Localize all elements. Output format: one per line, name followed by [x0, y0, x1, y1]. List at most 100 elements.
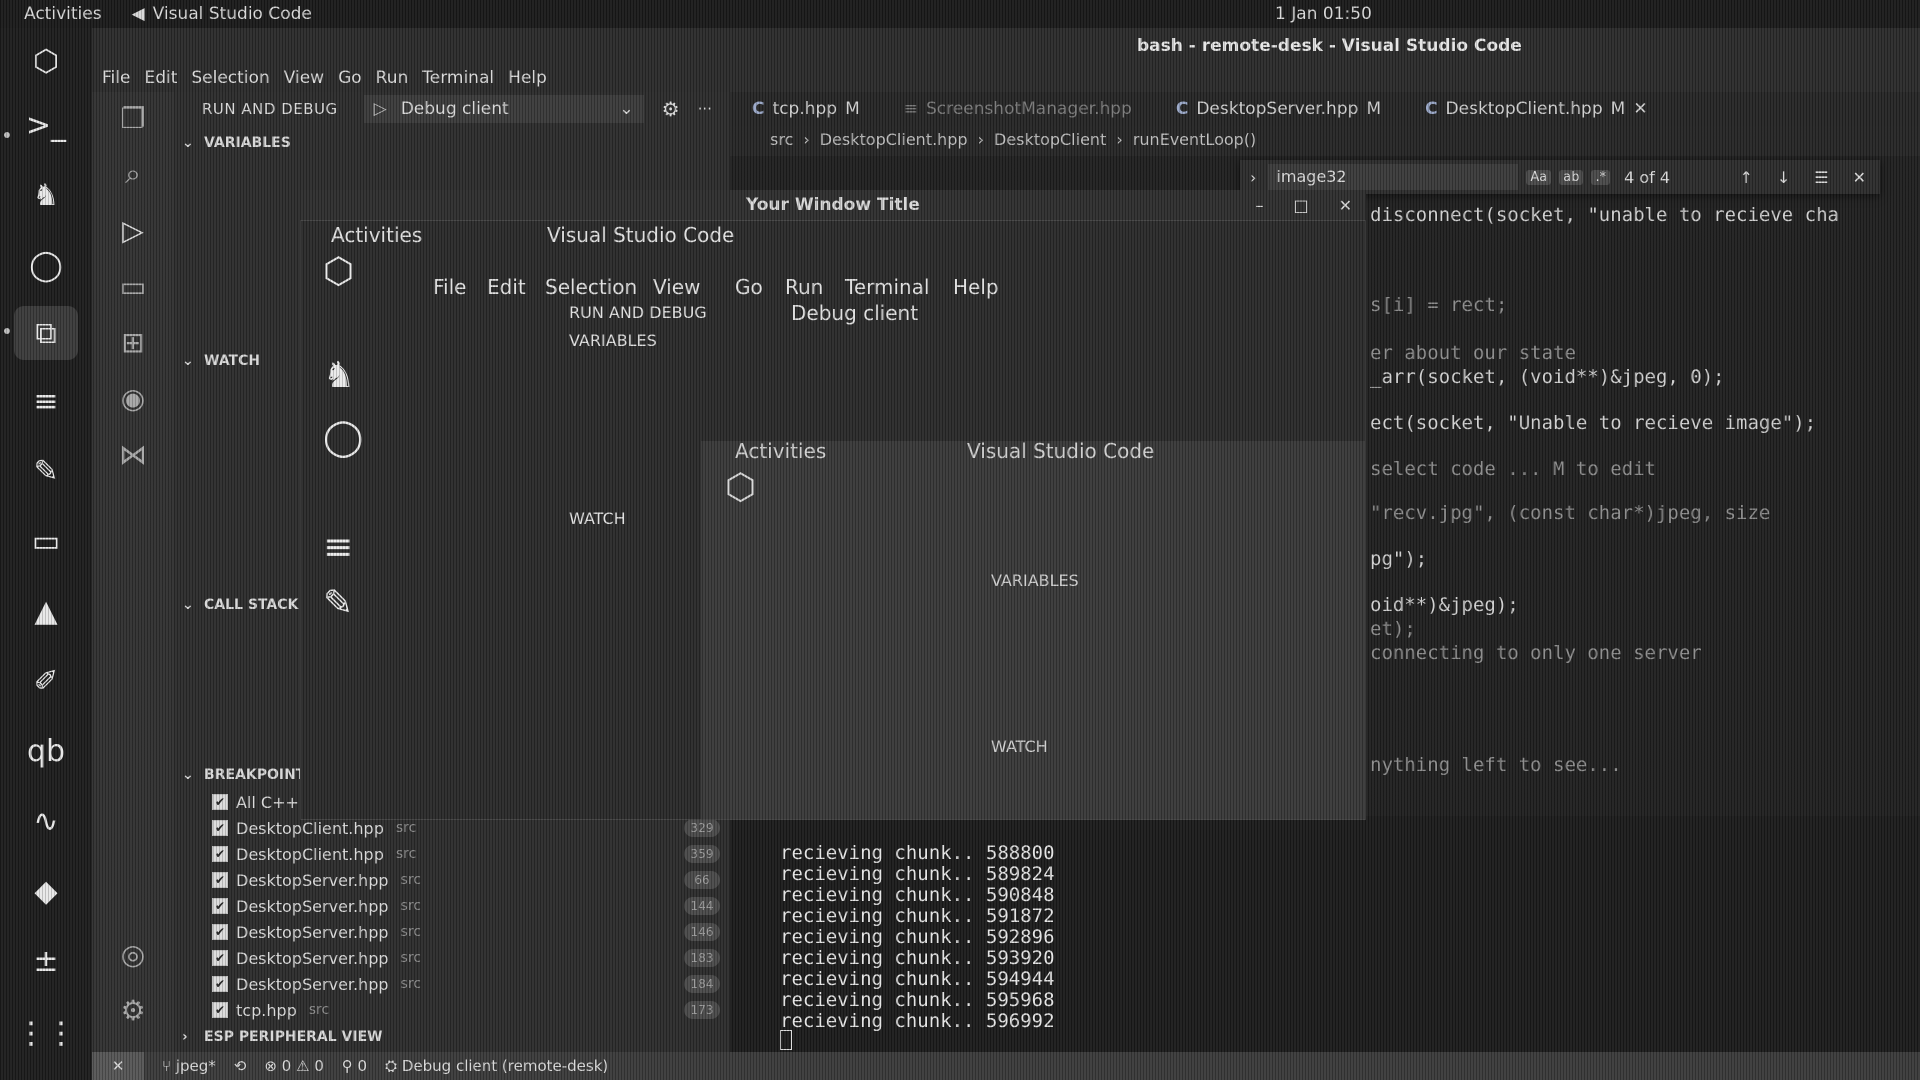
- code-line: oid**)&jpeg);: [1370, 594, 1519, 616]
- breakpoint-dir: src: [395, 846, 417, 862]
- breakpoint-row[interactable]: ✔ DesktopServer.hpp src 184: [174, 971, 730, 997]
- breadcrumb-item[interactable]: runEventLoop(): [1133, 130, 1257, 149]
- checkbox[interactable]: ✔: [212, 794, 228, 810]
- checkbox[interactable]: ✔: [212, 950, 228, 966]
- checkbox[interactable]: ✔: [212, 820, 228, 836]
- run-debug-icon[interactable]: ▷: [108, 208, 158, 252]
- search-icon[interactable]: ⌕: [108, 152, 158, 196]
- cube-app-icon[interactable]: ⬡: [14, 34, 78, 88]
- breakpoint-row[interactable]: ✔ tcp.hpp src 173: [174, 997, 730, 1023]
- problems-status[interactable]: ⊗ 0 ⚠ 0: [264, 1057, 323, 1075]
- show-apps-icon[interactable]: ⋮⋮: [14, 1006, 78, 1060]
- more-actions-icon[interactable]: ···: [698, 100, 712, 118]
- breakpoint-line-badge: 359: [684, 845, 720, 863]
- clock[interactable]: 1 Jan 01:50: [1275, 4, 1372, 24]
- start-debug-icon[interactable]: ▷: [374, 99, 387, 119]
- debug-status[interactable]: ⛭ Debug client (remote-desk): [385, 1057, 608, 1075]
- explorer-icon[interactable]: ❐: [108, 96, 158, 140]
- breakpoint-row[interactable]: ✔ DesktopServer.hpp src 183: [174, 945, 730, 971]
- checkbox[interactable]: ✔: [212, 872, 228, 888]
- pen-app-icon[interactable]: ✐: [14, 654, 78, 708]
- network-app-icon[interactable]: ≡: [14, 374, 78, 428]
- remote-explorer-icon[interactable]: ▭: [108, 264, 158, 308]
- settings-gear-icon[interactable]: ⚙: [108, 988, 158, 1032]
- menu-view[interactable]: View: [284, 68, 324, 88]
- gear-icon[interactable]: ⚙: [662, 97, 680, 121]
- extensions-icon[interactable]: ⊞: [108, 320, 158, 364]
- editor-tabs: Ctcp.hpp M ≡ ScreenshotManager.hpp C Deskto…: [730, 92, 1920, 126]
- breakpoint-dir: src: [400, 976, 421, 992]
- code-line: er about our state: [1370, 342, 1576, 364]
- account-icon[interactable]: ◎: [108, 932, 158, 976]
- checkbox[interactable]: ✔: [212, 846, 228, 862]
- find-in-selection-icon[interactable]: ☰: [1814, 168, 1828, 187]
- breakpoint-row[interactable]: ✔ DesktopClient.hpp src 359: [174, 841, 730, 867]
- menu-run[interactable]: Run: [376, 68, 409, 88]
- menu-edit[interactable]: Edit: [144, 68, 177, 88]
- breadcrumb-item[interactable]: DesktopClient.hpp: [820, 130, 968, 149]
- chevron-down-icon: ⌄: [182, 353, 194, 369]
- opera-browser-icon[interactable]: ◯: [14, 238, 78, 292]
- menu-terminal[interactable]: Terminal: [422, 68, 494, 88]
- regex-button[interactable]: .*: [1591, 169, 1611, 185]
- esp-idf-icon[interactable]: ◉: [108, 376, 158, 420]
- files-icon[interactable]: ▭: [14, 514, 78, 568]
- sync-icon[interactable]: ⟲: [234, 1057, 247, 1075]
- tab-screenshot-manager[interactable]: ≡ ScreenshotManager.hpp: [882, 92, 1154, 126]
- terminal-panel[interactable]: recieving chunk.. 588800 recieving chunk…: [730, 816, 1920, 1052]
- tab-desktop-server[interactable]: C DesktopServer.hpp M: [1154, 92, 1403, 126]
- cpp-file-icon: C: [1175, 99, 1189, 119]
- breakpoint-file: DesktopServer.hpp: [236, 870, 389, 890]
- arrow-up-icon[interactable]: ↑: [1739, 168, 1752, 187]
- cube-app-icon: ⬡: [725, 467, 757, 508]
- breakpoint-row[interactable]: ✔ DesktopServer.hpp src 144: [174, 893, 730, 919]
- cmake-icon[interactable]: ⋈: [108, 432, 158, 476]
- brave-browser-icon[interactable]: ♞: [14, 168, 78, 222]
- calculator-icon[interactable]: ±: [14, 934, 78, 988]
- remote-indicator-icon[interactable]: ✕: [92, 1052, 144, 1080]
- menu-go[interactable]: Go: [338, 68, 362, 88]
- remote-window-content[interactable]: Activities Visual Studio Code ⬡ File Edi…: [300, 220, 1366, 820]
- maximize-icon[interactable]: □: [1293, 196, 1308, 215]
- checkbox[interactable]: ✔: [212, 924, 228, 940]
- vlc-icon[interactable]: ▲: [14, 584, 78, 638]
- breakpoint-row[interactable]: ✔ DesktopServer.hpp src 66: [174, 867, 730, 893]
- checkbox[interactable]: ✔: [212, 976, 228, 992]
- app-menu[interactable]: ◀ Visual Studio Code: [132, 4, 312, 24]
- match-case-button[interactable]: Aa: [1526, 169, 1552, 185]
- minimize-icon[interactable]: –: [1255, 196, 1263, 215]
- terminal-line: recieving chunk.. 589824: [780, 863, 1055, 885]
- match-word-button[interactable]: ab: [1559, 169, 1584, 185]
- section-title: BREAKPOINTS: [204, 767, 316, 783]
- tab-tcp[interactable]: Ctcp.hpp M: [730, 92, 882, 126]
- activities-button[interactable]: Activities: [24, 4, 102, 24]
- remote-desktop-icon[interactable]: ◆: [14, 864, 78, 918]
- menu-file[interactable]: File: [102, 68, 130, 88]
- menu-help[interactable]: Help: [508, 68, 547, 88]
- find-input[interactable]: image32: [1268, 164, 1519, 190]
- checkbox[interactable]: ✔: [212, 898, 228, 914]
- checkbox[interactable]: ✔: [212, 1002, 228, 1018]
- close-icon[interactable]: ✕: [1853, 168, 1866, 187]
- system-monitor-icon[interactable]: ∿: [14, 794, 78, 848]
- debug-session-label: Debug client (remote-desk): [401, 1057, 609, 1075]
- terminal-icon[interactable]: >_: [14, 98, 78, 152]
- chevron-right-icon[interactable]: ›: [1250, 168, 1256, 187]
- menu-selection[interactable]: Selection: [191, 68, 269, 88]
- breakpoint-row[interactable]: ✔ DesktopServer.hpp src 146: [174, 919, 730, 945]
- branch-status[interactable]: ⑂ jpeg*: [162, 1057, 216, 1075]
- debug-config-select[interactable]: ▷ Debug client ⌄: [363, 95, 644, 123]
- brave-browser-icon: ♞: [323, 355, 356, 396]
- vscode-dock-icon[interactable]: ⧉: [14, 306, 78, 360]
- esp-peripheral-section[interactable]: › ESP PERIPHERAL VIEW: [174, 1024, 730, 1050]
- close-icon[interactable]: ✕: [1633, 99, 1647, 119]
- arrow-down-icon[interactable]: ↓: [1777, 168, 1790, 187]
- qbittorrent-icon[interactable]: qb: [14, 724, 78, 778]
- text-editor-icon[interactable]: ✎: [14, 444, 78, 498]
- breadcrumb-item[interactable]: src: [770, 130, 793, 149]
- ports-status[interactable]: ⚲ 0: [342, 1057, 367, 1075]
- tab-desktop-client[interactable]: C DesktopClient.hpp M ✕: [1403, 92, 1670, 126]
- breadcrumb-item[interactable]: DesktopClient: [994, 130, 1106, 149]
- variables-section[interactable]: ⌄ VARIABLES: [174, 130, 730, 156]
- close-icon[interactable]: ✕: [1339, 196, 1352, 215]
